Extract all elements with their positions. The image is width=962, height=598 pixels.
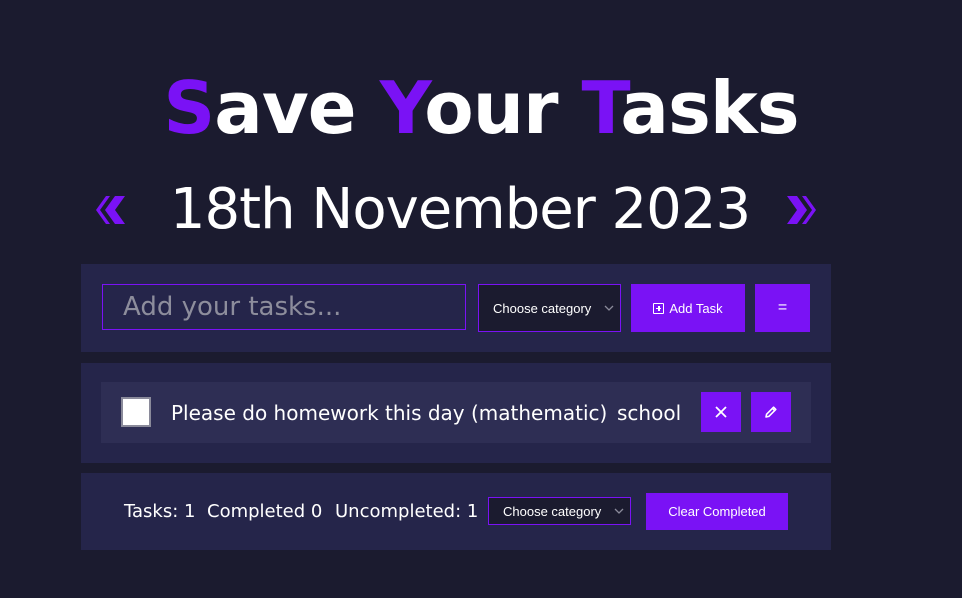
chevron-down-icon [604, 285, 614, 331]
pencil-icon [765, 406, 777, 418]
tasks-count: Tasks: 1 [124, 501, 196, 522]
task-checkbox[interactable] [121, 397, 151, 427]
chevron-right-icon[interactable] [782, 193, 816, 227]
chevron-down-icon [614, 498, 624, 524]
filter-category-value: Choose category [503, 503, 602, 519]
add-task-label: Add Task [669, 300, 723, 316]
menu-button[interactable]: = [755, 284, 810, 332]
uncompleted-count: Uncompleted: 1 [335, 501, 479, 522]
title-initial-s: S [163, 66, 215, 150]
date-navigator: 18th November 2023 [90, 175, 830, 245]
page: Save Your Tasks 18th November 2023 Choos… [0, 0, 962, 598]
title-text-1: ave [214, 66, 380, 150]
title-text-3: asks [620, 66, 799, 150]
task-list: Please do homework this day (mathematic)… [81, 363, 831, 463]
title-initial-y: Y [379, 66, 426, 150]
task-category: school [617, 400, 682, 425]
filter-category-select[interactable]: Choose category [488, 497, 631, 525]
task-footer: Tasks: 1 Completed 0 Uncompleted: 1 Choo… [81, 473, 831, 550]
task-input[interactable] [102, 284, 466, 330]
add-task-button[interactable]: Add Task [631, 284, 745, 332]
task-item: Please do homework this day (mathematic)… [101, 382, 811, 443]
title-text-2: our [424, 66, 582, 150]
delete-task-button[interactable] [701, 392, 741, 432]
add-task-panel: Choose category Add Task = [81, 264, 831, 352]
completed-count: Completed 0 [207, 501, 323, 522]
category-select[interactable]: Choose category [478, 284, 621, 332]
close-icon [715, 406, 727, 418]
category-select-value: Choose category [493, 300, 592, 316]
current-date: 18th November 2023 [169, 177, 751, 242]
page-title: Save Your Tasks [0, 64, 962, 152]
plus-square-icon [653, 302, 665, 314]
task-text: Please do homework this day (mathematic) [171, 400, 608, 425]
title-initial-t: T [581, 66, 622, 150]
edit-task-button[interactable] [751, 392, 791, 432]
clear-completed-button[interactable]: Clear Completed [646, 493, 788, 530]
